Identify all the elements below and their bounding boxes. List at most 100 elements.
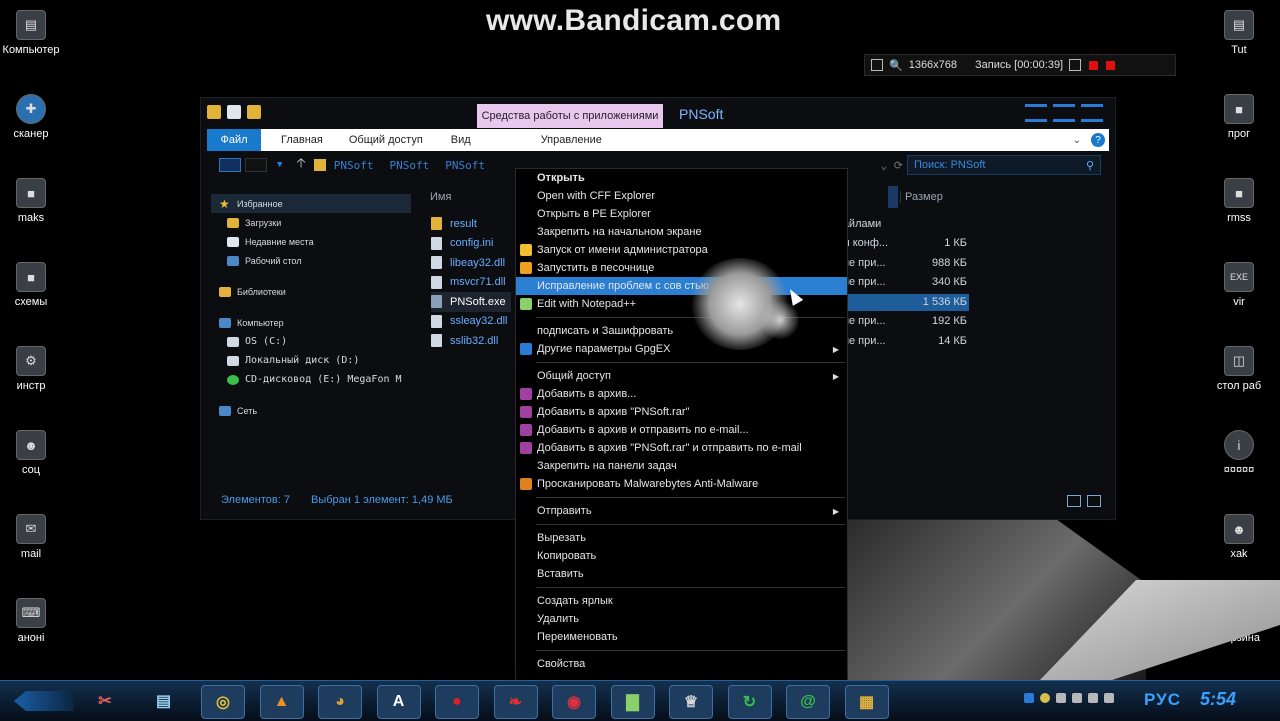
desktop-icon-schemes[interactable]: ■ схемы xyxy=(0,262,66,308)
avast-icon[interactable]: ▲ xyxy=(259,685,304,719)
pdf-icon[interactable]: ◉ xyxy=(552,685,596,719)
context-tab-app-tools[interactable]: Средства работы с приложениями xyxy=(477,104,663,128)
file-row-selected[interactable]: PNSoft.exe xyxy=(431,292,511,312)
pause-icon[interactable] xyxy=(1089,60,1099,70)
record-icon[interactable]: ● xyxy=(435,685,479,719)
nav-drive-c[interactable]: OS (C:) xyxy=(211,332,411,351)
menu-item[interactable]: Запуск от имени администратора xyxy=(516,241,847,259)
menu-item[interactable]: Добавить в архив и отправить по e-mail..… xyxy=(516,421,847,439)
menu-item[interactable]: Другие параметры GpgEX ▶ xyxy=(516,340,847,358)
menu-item[interactable]: Вырезать xyxy=(516,529,847,547)
details-view-icon[interactable] xyxy=(1067,495,1081,507)
chrome-icon[interactable]: ◎ xyxy=(201,685,245,719)
maximize-icon[interactable] xyxy=(1053,104,1075,122)
menu-item[interactable]: Закрепить на панели задач xyxy=(516,457,847,475)
desktop-icon-anon[interactable]: ⌨ аноні xyxy=(0,598,66,644)
forward-icon[interactable] xyxy=(245,158,267,172)
desktop-icon-desktop[interactable]: ◫ стол раб xyxy=(1204,346,1274,392)
menu-item[interactable]: Открыть в PE Explorer xyxy=(516,205,847,223)
desktop-icon-xak[interactable]: ☻ xak xyxy=(1204,514,1274,560)
tab-manage[interactable]: Управление xyxy=(541,134,602,146)
sync-icon[interactable]: ↻ xyxy=(727,685,772,719)
nav-libraries[interactable]: Библиотеки xyxy=(211,282,411,301)
column-size[interactable]: Размер xyxy=(900,191,943,203)
menu-item[interactable]: Добавить в архив... xyxy=(516,385,847,403)
menu-item[interactable]: Копировать xyxy=(516,547,847,565)
start-button-icon[interactable] xyxy=(14,691,74,711)
nav-desktop[interactable]: Рабочий стол xyxy=(211,251,411,270)
nav-computer[interactable]: Компьютер xyxy=(211,313,411,332)
desktop-icon-mail[interactable]: ✉ mail xyxy=(0,514,66,560)
resize-icon[interactable] xyxy=(871,59,883,71)
nav-network[interactable]: Сеть xyxy=(211,401,411,420)
new-folder-icon[interactable] xyxy=(247,105,261,119)
search-icon[interactable]: ⚲ xyxy=(1086,159,1094,172)
nav-downloads[interactable]: Загрузки xyxy=(211,213,411,232)
tray-battery-icon[interactable] xyxy=(1088,693,1098,703)
up-arrow-icon[interactable]: 🡡 xyxy=(296,154,305,176)
desktop-icon-scanner[interactable]: ✚ сканер xyxy=(0,94,66,140)
desktop-icon-rmss[interactable]: ■ rmss xyxy=(1204,178,1274,224)
desktop-icon-social[interactable]: ☻ соц xyxy=(0,430,66,476)
menu-item[interactable]: Добавить в архив "PNSoft.rar" xyxy=(516,403,847,421)
desktop-icon-computer[interactable]: ▤ Компьютер xyxy=(0,10,66,56)
nav-favorites[interactable]: ★ Избранное xyxy=(211,194,411,213)
camera-icon[interactable] xyxy=(1069,59,1082,71)
chili-icon[interactable]: ❧ xyxy=(493,685,538,719)
menu-item[interactable]: Вставить xyxy=(516,565,847,583)
menu-item[interactable]: Общий доступ ▶ xyxy=(516,367,847,385)
tab-home[interactable]: Главная xyxy=(281,134,323,146)
menu-item[interactable]: Просканировать Malwarebytes Anti-Malware xyxy=(516,475,847,493)
tray-menu-icon[interactable] xyxy=(1024,693,1034,703)
scissors-icon[interactable]: ✂ xyxy=(84,685,126,717)
back-icon[interactable] xyxy=(219,158,241,172)
desktop-icon-tut[interactable]: ▤ Tut xyxy=(1204,10,1274,56)
desktop-icon-tools[interactable]: ⚙ инстр xyxy=(0,346,66,392)
menu-item[interactable]: Создать ярлык xyxy=(516,592,847,610)
desktop-icon-maks[interactable]: ■ maks xyxy=(0,178,66,224)
tab-file[interactable]: Файл xyxy=(207,129,261,151)
search-input[interactable]: Поиск: PNSoft ⚲ xyxy=(907,155,1101,175)
wot-icon[interactable]: ♕ xyxy=(669,685,713,719)
desktop-icon-vir[interactable]: EXE vir xyxy=(1204,262,1274,308)
tray-skull-icon[interactable] xyxy=(1040,693,1050,703)
explorer-icon[interactable]: ▦ xyxy=(844,685,889,719)
menu-item[interactable]: Свойства xyxy=(516,655,847,673)
pizza-icon[interactable]: ◕ xyxy=(318,685,362,719)
tray-network-icon[interactable] xyxy=(1072,693,1082,703)
tray-volume-icon[interactable] xyxy=(1104,693,1114,703)
column-divider[interactable] xyxy=(888,186,898,208)
breadcrumb-segment[interactable]: PNSoft xyxy=(390,159,430,172)
nav-drive-e[interactable]: CD-дисковод (E:) MegaFon M xyxy=(211,370,411,389)
large-icons-view-icon[interactable] xyxy=(1087,495,1101,507)
close-icon[interactable] xyxy=(1081,104,1103,122)
menu-item[interactable]: Открыть xyxy=(516,169,847,187)
language-indicator[interactable]: РУС xyxy=(1144,690,1181,710)
breadcrumb-segment[interactable]: PNSoft xyxy=(334,159,374,172)
menu-item[interactable]: Open with CFF Explorer xyxy=(516,187,847,205)
menu-item[interactable]: Закрепить на начальном экране xyxy=(516,223,847,241)
desktop-icon-info[interactable]: i ¤¤¤¤¤ xyxy=(1204,430,1274,476)
chevron-down-icon[interactable]: ⌄ xyxy=(1073,135,1081,146)
desktop-icon-programs[interactable]: ■ прог xyxy=(1204,94,1274,140)
history-dropdown-icon[interactable]: ▼ xyxy=(277,160,282,170)
nav-drive-d[interactable]: Локальный диск (D:) xyxy=(211,351,411,370)
tray-flag-icon[interactable] xyxy=(1056,693,1066,703)
minimize-icon[interactable] xyxy=(1025,104,1047,122)
mail-at-icon[interactable]: @ xyxy=(786,685,830,719)
menu-item[interactable]: Добавить в архив "PNSoft.rar" и отправит… xyxy=(516,439,847,457)
text-editor-icon[interactable]: A xyxy=(376,685,421,719)
clock[interactable]: 5:54 xyxy=(1200,689,1236,710)
menu-item[interactable]: Удалить xyxy=(516,610,847,628)
notes-icon[interactable]: ▤ xyxy=(143,685,185,717)
stop-icon[interactable] xyxy=(1106,60,1116,70)
properties-icon[interactable] xyxy=(227,105,241,119)
breadcrumb-segment[interactable]: PNSoft xyxy=(445,159,485,172)
menu-item[interactable]: Запустить в песочнице xyxy=(516,259,847,277)
nav-recent[interactable]: Недавние места xyxy=(211,232,411,251)
column-name[interactable]: Имя xyxy=(426,191,520,203)
refresh-icon[interactable]: ⌄ ⟳ xyxy=(881,159,903,172)
chart-icon[interactable]: ▇ xyxy=(610,685,655,719)
folder-icon[interactable] xyxy=(207,105,221,119)
help-icon[interactable]: ? xyxy=(1091,133,1105,147)
